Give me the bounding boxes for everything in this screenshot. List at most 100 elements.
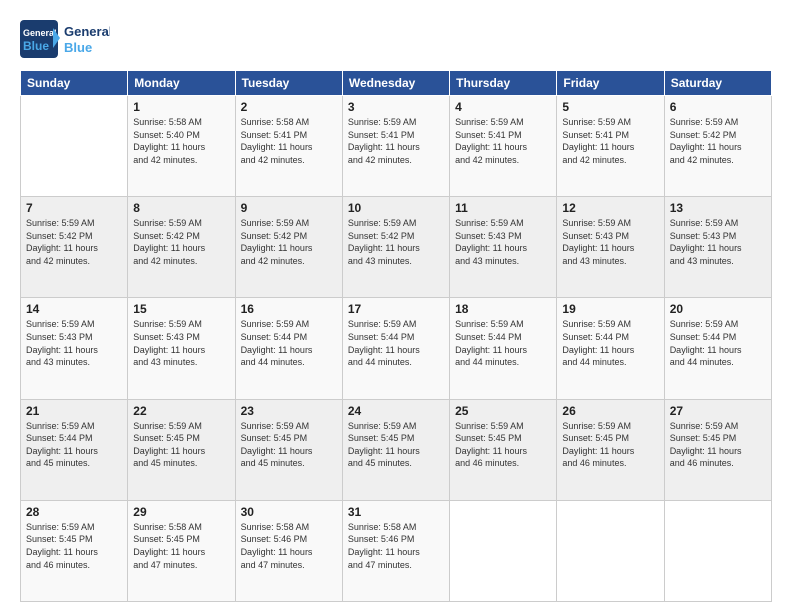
cell-detail: Sunrise: 5:59 AM Sunset: 5:45 PM Dayligh…: [562, 420, 658, 470]
calendar-cell: 8 Sunrise: 5:59 AM Sunset: 5:42 PM Daylig…: [128, 197, 235, 298]
calendar-cell: 6 Sunrise: 5:59 AM Sunset: 5:42 PM Daylig…: [664, 96, 771, 197]
cell-detail: Sunrise: 5:59 AM Sunset: 5:43 PM Dayligh…: [455, 217, 551, 267]
calendar-cell: 17Sunrise: 5:59 AM Sunset: 5:44 PM Dayli…: [342, 298, 449, 399]
cell-detail: Sunrise: 5:59 AM Sunset: 5:42 PM Dayligh…: [348, 217, 444, 267]
calendar-header-row: SundayMondayTuesdayWednesdayThursdayFrid…: [21, 71, 772, 96]
day-number: 23: [241, 404, 337, 418]
cell-detail: Sunrise: 5:58 AM Sunset: 5:40 PM Dayligh…: [133, 116, 229, 166]
calendar-cell: 20Sunrise: 5:59 AM Sunset: 5:44 PM Dayli…: [664, 298, 771, 399]
cell-detail: Sunrise: 5:59 AM Sunset: 5:42 PM Dayligh…: [670, 116, 766, 166]
day-number: 22: [133, 404, 229, 418]
cell-detail: Sunrise: 5:59 AM Sunset: 5:43 PM Dayligh…: [133, 318, 229, 368]
calendar-cell: 5 Sunrise: 5:59 AM Sunset: 5:41 PM Daylig…: [557, 96, 664, 197]
calendar-cell: [21, 96, 128, 197]
calendar-cell: 30 Sunrise: 5:58 AM Sunset: 5:46 PM Dayli…: [235, 500, 342, 601]
calendar-week-row: 28Sunrise: 5:59 AM Sunset: 5:45 PM Dayli…: [21, 500, 772, 601]
day-number: 15: [133, 302, 229, 316]
calendar-cell: 16 Sunrise: 5:59 AM Sunset: 5:44 PM Dayli…: [235, 298, 342, 399]
day-number: 8: [133, 201, 229, 215]
svg-text:Blue: Blue: [23, 39, 49, 53]
calendar-cell: 14Sunrise: 5:59 AM Sunset: 5:43 PM Dayli…: [21, 298, 128, 399]
calendar-cell: 21 Sunrise: 5:59 AM Sunset: 5:44 PM Dayli…: [21, 399, 128, 500]
calendar-cell: [664, 500, 771, 601]
header: General Blue General Blue: [20, 20, 772, 60]
svg-text:Blue: Blue: [64, 40, 92, 55]
day-number: 21: [26, 404, 122, 418]
calendar-cell: 9 Sunrise: 5:59 AM Sunset: 5:42 PM Daylig…: [235, 197, 342, 298]
day-number: 25: [455, 404, 551, 418]
cell-detail: Sunrise: 5:59 AM Sunset: 5:44 PM Dayligh…: [26, 420, 122, 470]
calendar-cell: 1Sunrise: 5:58 AM Sunset: 5:40 PM Daylig…: [128, 96, 235, 197]
calendar-day-header: Friday: [557, 71, 664, 96]
cell-detail: Sunrise: 5:59 AM Sunset: 5:41 PM Dayligh…: [455, 116, 551, 166]
day-number: 6: [670, 100, 766, 114]
day-number: 5: [562, 100, 658, 114]
day-number: 10: [348, 201, 444, 215]
calendar-cell: 23 Sunrise: 5:59 AM Sunset: 5:45 PM Dayli…: [235, 399, 342, 500]
day-number: 28: [26, 505, 122, 519]
calendar-cell: 25Sunrise: 5:59 AM Sunset: 5:45 PM Dayli…: [450, 399, 557, 500]
cell-detail: Sunrise: 5:59 AM Sunset: 5:44 PM Dayligh…: [455, 318, 551, 368]
calendar-day-header: Wednesday: [342, 71, 449, 96]
cell-detail: Sunrise: 5:59 AM Sunset: 5:45 PM Dayligh…: [348, 420, 444, 470]
cell-detail: Sunrise: 5:58 AM Sunset: 5:46 PM Dayligh…: [348, 521, 444, 571]
day-number: 7: [26, 201, 122, 215]
day-number: 29: [133, 505, 229, 519]
calendar-cell: 22 Sunrise: 5:59 AM Sunset: 5:45 PM Dayli…: [128, 399, 235, 500]
calendar-week-row: 21 Sunrise: 5:59 AM Sunset: 5:44 PM Dayli…: [21, 399, 772, 500]
calendar-body: 1Sunrise: 5:58 AM Sunset: 5:40 PM Daylig…: [21, 96, 772, 602]
calendar-day-header: Tuesday: [235, 71, 342, 96]
calendar-day-header: Sunday: [21, 71, 128, 96]
cell-detail: Sunrise: 5:59 AM Sunset: 5:42 PM Dayligh…: [26, 217, 122, 267]
calendar-cell: 7 Sunrise: 5:59 AM Sunset: 5:42 PM Daylig…: [21, 197, 128, 298]
day-number: 12: [562, 201, 658, 215]
cell-detail: Sunrise: 5:59 AM Sunset: 5:42 PM Dayligh…: [241, 217, 337, 267]
calendar-cell: 12 Sunrise: 5:59 AM Sunset: 5:43 PM Dayli…: [557, 197, 664, 298]
calendar-day-header: Thursday: [450, 71, 557, 96]
day-number: 31: [348, 505, 444, 519]
calendar-cell: 31 Sunrise: 5:58 AM Sunset: 5:46 PM Dayli…: [342, 500, 449, 601]
cell-detail: Sunrise: 5:59 AM Sunset: 5:43 PM Dayligh…: [562, 217, 658, 267]
cell-detail: Sunrise: 5:59 AM Sunset: 5:44 PM Dayligh…: [241, 318, 337, 368]
day-number: 13: [670, 201, 766, 215]
calendar-week-row: 7 Sunrise: 5:59 AM Sunset: 5:42 PM Daylig…: [21, 197, 772, 298]
calendar-cell: 3 Sunrise: 5:59 AM Sunset: 5:41 PM Daylig…: [342, 96, 449, 197]
day-number: 27: [670, 404, 766, 418]
cell-detail: Sunrise: 5:59 AM Sunset: 5:45 PM Dayligh…: [133, 420, 229, 470]
calendar-cell: 15 Sunrise: 5:59 AM Sunset: 5:43 PM Dayli…: [128, 298, 235, 399]
calendar-cell: 28Sunrise: 5:59 AM Sunset: 5:45 PM Dayli…: [21, 500, 128, 601]
calendar-cell: 4 Sunrise: 5:59 AM Sunset: 5:41 PM Daylig…: [450, 96, 557, 197]
calendar-cell: 24Sunrise: 5:59 AM Sunset: 5:45 PM Dayli…: [342, 399, 449, 500]
day-number: 14: [26, 302, 122, 316]
calendar-day-header: Saturday: [664, 71, 771, 96]
calendar-table: SundayMondayTuesdayWednesdayThursdayFrid…: [20, 70, 772, 602]
calendar-week-row: 14 Sunrise: 5:59 AM Sunset: 5:43 PM Dayli…: [21, 298, 772, 399]
calendar-week-row: 1Sunrise: 5:58 AM Sunset: 5:40 PM Daylig…: [21, 96, 772, 197]
logo-svg: General Blue General Blue: [20, 20, 110, 60]
cell-detail: Sunrise: 5:59 AM Sunset: 5:41 PM Dayligh…: [562, 116, 658, 166]
logo: General Blue General Blue: [20, 20, 110, 60]
day-number: 30: [241, 505, 337, 519]
day-number: 18: [455, 302, 551, 316]
cell-detail: Sunrise: 5:59 AM Sunset: 5:41 PM Dayligh…: [348, 116, 444, 166]
calendar-cell: 19Sunrise: 5:59 AM Sunset: 5:44 PM Dayli…: [557, 298, 664, 399]
cell-detail: Sunrise: 5:58 AM Sunset: 5:41 PM Dayligh…: [241, 116, 337, 166]
cell-detail: Sunrise: 5:59 AM Sunset: 5:42 PM Dayligh…: [133, 217, 229, 267]
day-number: 3: [348, 100, 444, 114]
calendar-day-header: Monday: [128, 71, 235, 96]
day-number: 16: [241, 302, 337, 316]
cell-detail: Sunrise: 5:59 AM Sunset: 5:45 PM Dayligh…: [241, 420, 337, 470]
day-number: 9: [241, 201, 337, 215]
day-number: 4: [455, 100, 551, 114]
calendar-cell: 29 Sunrise: 5:58 AM Sunset: 5:45 PM Dayli…: [128, 500, 235, 601]
calendar-cell: [450, 500, 557, 601]
cell-detail: Sunrise: 5:58 AM Sunset: 5:46 PM Dayligh…: [241, 521, 337, 571]
cell-detail: Sunrise: 5:58 AM Sunset: 5:45 PM Dayligh…: [133, 521, 229, 571]
svg-text:General: General: [23, 28, 57, 38]
calendar-cell: 11Sunrise: 5:59 AM Sunset: 5:43 PM Dayli…: [450, 197, 557, 298]
calendar-cell: 26Sunrise: 5:59 AM Sunset: 5:45 PM Dayli…: [557, 399, 664, 500]
cell-detail: Sunrise: 5:59 AM Sunset: 5:44 PM Dayligh…: [348, 318, 444, 368]
day-number: 19: [562, 302, 658, 316]
calendar-cell: 2 Sunrise: 5:58 AM Sunset: 5:41 PM Daylig…: [235, 96, 342, 197]
day-number: 2: [241, 100, 337, 114]
